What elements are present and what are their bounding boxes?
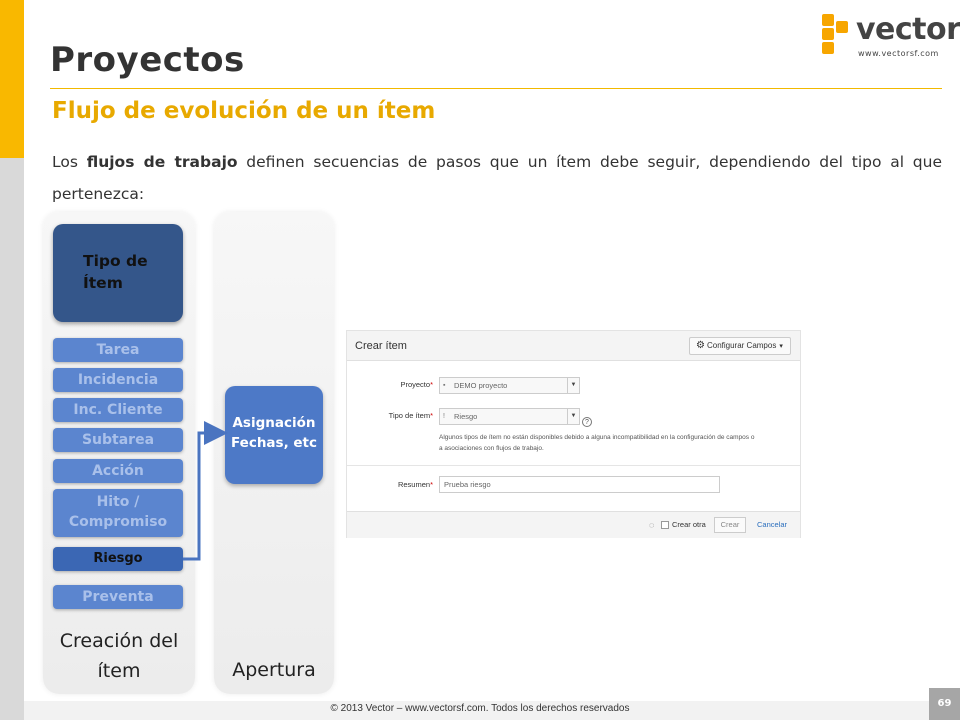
- chevron-down-icon: ▼: [567, 409, 579, 424]
- crear-item-form: Crear ítem ⚙ Configurar Campos ▾ Proyecto*…: [346, 330, 801, 538]
- summary-input[interactable]: Prueba riesgo: [439, 476, 720, 493]
- intro-text-start: Los: [52, 153, 87, 171]
- accent-bar-bottom: [0, 158, 24, 720]
- item-type-label: Tipo de ítem*: [388, 411, 433, 420]
- gear-icon: ⚙: [696, 340, 705, 351]
- intro-text-bold: flujos de trabajo: [86, 153, 238, 171]
- logo-wordmark: vector: [856, 12, 960, 47]
- project-value: DEMO proyecto: [454, 381, 508, 390]
- item-type-hito[interactable]: Hito / Compromiso: [53, 489, 183, 537]
- vector-logo: vector www.vectorsf.com: [820, 12, 960, 58]
- item-type-incidencia[interactable]: Incidencia: [53, 368, 183, 392]
- item-type-note: Algunos tipos de ítem no están disponibl…: [439, 434, 755, 452]
- create-another-checkbox[interactable]: [661, 521, 669, 529]
- form-header: Crear ítem ⚙ Configurar Campos ▾: [347, 331, 800, 361]
- create-button[interactable]: Crear: [714, 517, 746, 533]
- column-label-apertura: Apertura: [232, 659, 316, 681]
- item-type-select[interactable]: ! Riesgo ▼: [439, 408, 580, 425]
- project-label: Proyecto*: [400, 380, 433, 389]
- item-type-accion[interactable]: Acción: [53, 459, 183, 483]
- step-asignacion-fechas: Asignación Fechas, etc: [225, 386, 323, 484]
- summary-label: Resumen*: [397, 480, 433, 489]
- chevron-down-icon: ▼: [567, 378, 579, 393]
- form-footer: ◌ Crear otra Crear Cancelar: [347, 511, 800, 538]
- form-title: Crear ítem: [355, 340, 407, 352]
- item-type-subtarea[interactable]: Subtarea: [53, 428, 183, 452]
- accent-bar-top: [0, 0, 24, 158]
- intro-paragraph: Los flujos de trabajo definen secuencias…: [52, 146, 942, 210]
- project-icon: ▪: [443, 382, 446, 389]
- item-type-box: Tipo de Ítem: [53, 224, 183, 322]
- item-type-tarea[interactable]: Tarea: [53, 338, 183, 362]
- risk-type-icon: !: [443, 413, 445, 420]
- footer-copyright: © 2013 Vector – www.vectorsf.com. Todos …: [330, 703, 630, 714]
- cancel-link[interactable]: Cancelar: [757, 520, 787, 529]
- configure-fields-label: Configurar Campos: [706, 341, 777, 350]
- item-type-inc-cliente[interactable]: Inc. Cliente: [53, 398, 183, 422]
- loading-spinner-icon: ◌: [649, 520, 655, 530]
- chevron-down-icon: ▾: [779, 343, 783, 350]
- item-type-preventa[interactable]: Preventa: [53, 585, 183, 609]
- logo-mark-icon: [820, 12, 852, 54]
- item-type-value: Riesgo: [454, 412, 478, 421]
- project-select[interactable]: ▪ DEMO proyecto ▼: [439, 377, 580, 394]
- logo-url: www.vectorsf.com: [858, 49, 939, 58]
- item-type-riesgo[interactable]: Riesgo: [53, 547, 183, 571]
- section-subtitle: Flujo de evolución de un ítem: [52, 98, 436, 124]
- page-title: Proyectos: [50, 40, 245, 80]
- column-label-creacion: Creación del ítem: [59, 630, 179, 682]
- create-another-label: Crear otra: [672, 520, 706, 529]
- configure-fields-button[interactable]: ⚙ Configurar Campos ▾: [689, 337, 791, 355]
- title-divider: [50, 88, 942, 89]
- help-icon[interactable]: ?: [582, 417, 592, 427]
- form-divider: [347, 465, 800, 466]
- page-number: 69: [929, 688, 960, 720]
